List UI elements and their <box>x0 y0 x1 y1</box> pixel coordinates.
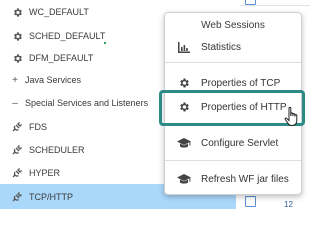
plug-icon <box>10 143 24 157</box>
menu-item-label: Properties of TCP <box>201 77 281 89</box>
gear-icon <box>10 51 24 65</box>
menu-divider <box>165 160 301 161</box>
row-checkbox[interactable] <box>245 196 256 207</box>
menu-item-label: Refresh WF jar files <box>201 173 289 185</box>
menu-divider <box>165 62 301 63</box>
tree-item-label: SCHEDULER <box>29 145 85 155</box>
tree-item-label: HYPER <box>29 168 61 178</box>
row-checkbox[interactable] <box>245 0 256 5</box>
menu-item-label: Statistics <box>201 41 242 53</box>
menu-item-label: Configure Servlet <box>201 137 279 149</box>
tree-item-label: FDS <box>29 122 47 132</box>
minus-icon[interactable]: – <box>10 98 20 109</box>
gear-icon <box>177 76 191 90</box>
menu-item-configure-servlet[interactable]: Configure Servlet <box>165 131 301 155</box>
tree-item-label: DFM_DEFAULT <box>29 53 94 63</box>
plug-icon <box>10 166 24 180</box>
menu-header: Web Sessions <box>201 20 265 31</box>
menu-item-statistics[interactable]: Statistics <box>165 35 301 59</box>
row-divider <box>240 5 310 6</box>
bar-chart-icon <box>177 40 191 54</box>
plug-icon <box>10 120 24 134</box>
gear-icon <box>10 29 24 43</box>
row-value: 12 <box>284 200 293 209</box>
plug-icon <box>10 190 24 204</box>
graduation-cap-icon <box>177 172 191 186</box>
tree-item-label: Special Services and Listeners <box>25 98 149 108</box>
graduation-cap-icon <box>177 136 191 150</box>
tree-item-label: TCP/HTTP <box>29 191 73 202</box>
plus-icon[interactable]: + <box>10 75 20 86</box>
tree-item-label: Java Services <box>25 75 82 85</box>
tree-item-label: WC_DEFAULT <box>29 7 89 17</box>
tree-item-label: SCHED_DEFAULT <box>29 31 106 41</box>
hand-cursor-icon <box>284 106 302 128</box>
menu-item-refresh-wf-jar-files[interactable]: Refresh WF jar files <box>165 167 301 191</box>
gear-icon <box>10 5 24 19</box>
status-dot <box>104 42 106 44</box>
